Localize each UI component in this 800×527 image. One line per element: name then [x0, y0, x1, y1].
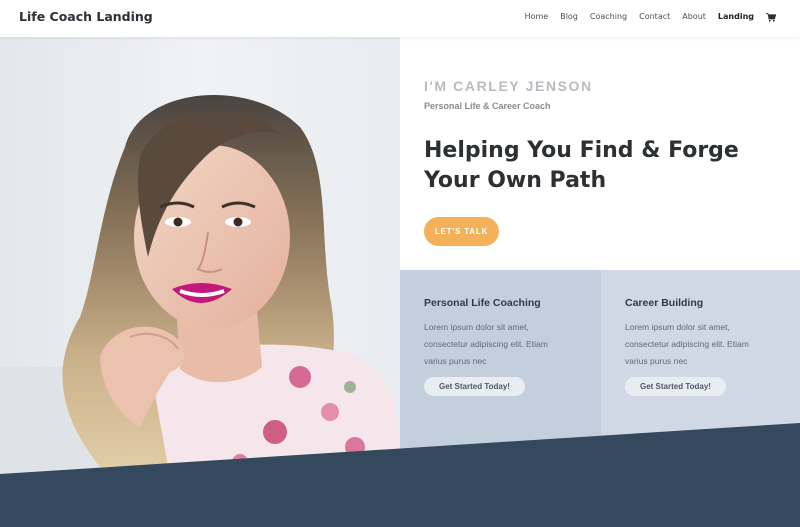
- headline-line-1: Helping You Find & Forge: [424, 138, 739, 163]
- service-card-text-line: consectetur adipiscing elit. Etiam: [625, 339, 749, 349]
- nav-item-coaching[interactable]: Coaching: [590, 12, 627, 21]
- coach-portrait-photo: [0, 37, 400, 477]
- headline-line-2: Your Own Path: [424, 168, 607, 193]
- service-card-title: Career Building: [625, 297, 704, 309]
- nav-item-landing[interactable]: Landing: [718, 12, 754, 21]
- nav-item-home[interactable]: Home: [525, 12, 549, 21]
- nav-item-contact[interactable]: Contact: [639, 12, 670, 21]
- service-card-title: Personal Life Coaching: [424, 297, 541, 309]
- slanted-footer-band: [0, 423, 800, 527]
- service-card-text-line: consectetur adipiscing elit. Etiam: [424, 339, 548, 349]
- get-started-button[interactable]: Get Started Today!: [424, 377, 525, 396]
- shopping-cart-icon[interactable]: [766, 13, 776, 22]
- service-card-text-line: Lorem ipsum dolor sit amet,: [424, 322, 529, 332]
- nav-item-blog[interactable]: Blog: [560, 12, 578, 21]
- site-title[interactable]: Life Coach Landing: [19, 9, 153, 24]
- service-card-description: Lorem ipsum dolor sit amet, consectetur …: [424, 319, 584, 370]
- service-card-text-line: varius purus nec: [424, 356, 487, 366]
- service-card-description: Lorem ipsum dolor sit amet, consectetur …: [625, 319, 785, 370]
- coach-name: I'M CARLEY JENSON: [424, 78, 593, 94]
- hero-headline: Helping You Find & Forge Your Own Path: [424, 136, 754, 196]
- service-card-text-line: Lorem ipsum dolor sit amet,: [625, 322, 730, 332]
- lets-talk-button[interactable]: LET'S TALK: [424, 217, 499, 246]
- main-nav: Home Blog Coaching Contact About Landing: [513, 12, 776, 22]
- intro-section: I'M CARLEY JENSON Personal Life & Career…: [400, 37, 800, 270]
- site-header: Life Coach Landing Home Blog Coaching Co…: [0, 0, 800, 37]
- nav-item-about[interactable]: About: [682, 12, 706, 21]
- service-card-text-line: varius purus nec: [625, 356, 688, 366]
- portrait-illustration: [0, 37, 400, 477]
- coach-role: Personal Life & Career Coach: [424, 101, 551, 111]
- get-started-button[interactable]: Get Started Today!: [625, 377, 726, 396]
